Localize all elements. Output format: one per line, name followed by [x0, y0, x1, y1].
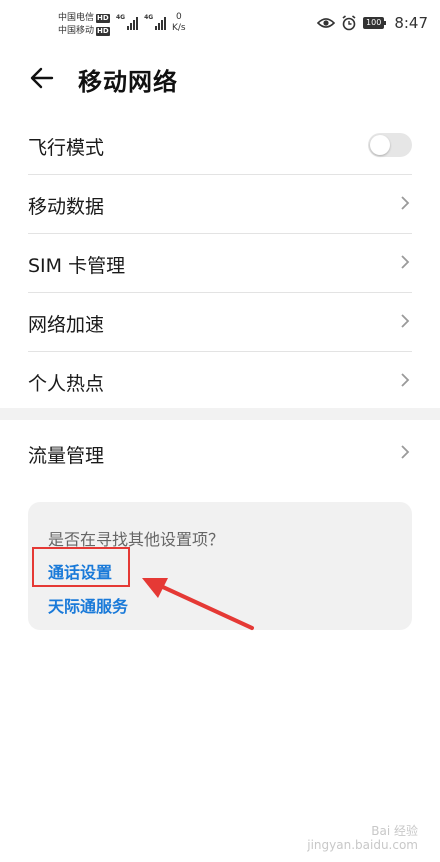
network-boost-label: 网络加速 [28, 314, 105, 336]
watermark-url: jingyan.baidu.com [307, 838, 418, 852]
sim-management-row[interactable]: SIM 卡管理 [28, 234, 412, 293]
signal-indicators: 4G 4G [116, 14, 167, 30]
network-speed: 0 K/s [172, 12, 186, 34]
hotspot-label: 个人热点 [28, 373, 105, 395]
signal-icon-2: 4G [144, 14, 167, 30]
signal-icon-1: 4G [116, 14, 139, 30]
speed-unit: K/s [172, 23, 186, 33]
carrier-name-1: 中国电信 [58, 13, 95, 23]
data-usage-label: 流量管理 [28, 445, 105, 467]
skytone-service-link[interactable]: 天际通服务 [48, 593, 128, 617]
chevron-right-icon [401, 373, 410, 387]
mobile-data-label: 移动数据 [28, 196, 105, 218]
mobile-data-row[interactable]: 移动数据 [28, 175, 412, 234]
settings-list: 飞行模式 移动数据 SIM 卡管理 网络加速 个人热点 [0, 116, 440, 410]
carrier-name-2: 中国移动 [58, 26, 95, 36]
annotation-arrow [142, 578, 254, 630]
highlight-box [32, 547, 130, 587]
net-type-1: 4G [116, 14, 126, 21]
airplane-mode-label: 飞行模式 [28, 137, 105, 159]
clock: 8:47 [394, 14, 428, 32]
hotspot-row[interactable]: 个人热点 [28, 352, 412, 410]
sim-management-label: SIM 卡管理 [28, 255, 126, 277]
hd-badge-2: HD [96, 27, 110, 36]
chevron-right-icon [401, 255, 410, 269]
alarm-clock-icon [342, 15, 356, 31]
network-boost-row[interactable]: 网络加速 [28, 293, 412, 352]
status-right: 100 8:47 [317, 14, 428, 32]
eye-icon [317, 18, 336, 28]
net-type-2: 4G [144, 14, 154, 21]
page-title: 移动网络 [78, 68, 178, 96]
battery-icon: 100 [363, 17, 387, 29]
section-divider [0, 408, 440, 420]
speed-value: 0 [175, 12, 182, 22]
hd-badge-1: HD [96, 14, 110, 23]
settings-list-2: 流量管理 [0, 424, 440, 482]
back-arrow-icon[interactable] [28, 64, 56, 92]
watermark-logo: Bai 经验 [371, 824, 418, 838]
airplane-mode-toggle[interactable] [368, 133, 412, 157]
data-usage-row[interactable]: 流量管理 [28, 424, 412, 482]
status-bar: 中国电信 HD 中国移动 HD 4G 4G 0 K/s 100 8:47 [0, 0, 440, 52]
chevron-right-icon [401, 445, 410, 459]
carrier-info: 中国电信 HD 中国移动 HD [58, 12, 110, 38]
watermark: Bai 经验 jingyan.baidu.com [307, 824, 418, 852]
airplane-mode-row[interactable]: 飞行模式 [28, 116, 412, 175]
chevron-right-icon [401, 314, 410, 328]
header: 移动网络 [0, 52, 440, 108]
toggle-knob [370, 135, 390, 155]
chevron-right-icon [401, 196, 410, 210]
